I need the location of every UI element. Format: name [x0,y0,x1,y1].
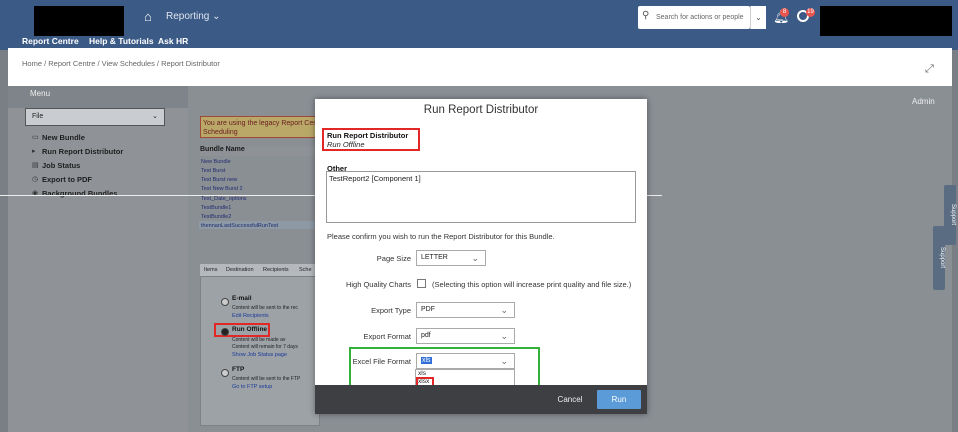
chevron-down-icon: ⌄ [471,253,479,263]
other-textarea[interactable]: TestReport2 [Component 1] [326,171,636,223]
notification-badge: 8 [780,8,789,17]
menu-item-export-pdf[interactable]: Export to PDF [42,175,92,184]
export-format-value: pdf [421,332,431,339]
option-email-title: E-mail [232,295,252,302]
export-type-value: PDF [421,306,435,313]
option-email-text: Content will be sent to the rec [232,305,298,311]
section-subtitle: Run Offline [327,140,365,149]
table-row[interactable]: Test New Burst 2 [201,186,243,192]
bundle-table-header: Bundle Name [200,146,315,156]
new-bundle-icon: ▭ [32,134,39,141]
menu-title: Menu [30,89,51,98]
table-row[interactable]: Test Burst new [201,177,237,183]
table-row[interactable]: Test_Date_options [201,196,247,202]
edit-recipients-link[interactable]: Edit Recipients [232,313,269,319]
high-quality-charts-label: High Quality Charts [345,280,411,289]
nav-report-centre[interactable]: Report Centre [22,36,79,46]
menu-item-job-status[interactable]: Job Status [42,161,80,170]
destination-options-panel [200,276,320,426]
home-icon[interactable]: ⌂ [144,10,158,24]
chevron-down-icon: ⌄ [212,11,221,22]
dropdown-option-xlsx[interactable]: xlsx [418,378,429,385]
radio-run-offline[interactable] [221,328,229,336]
excel-file-format-value: xls [421,357,432,364]
table-row[interactable]: TestBundle1 [201,205,231,211]
export-format-select[interactable]: pdf ⌄ [416,328,515,344]
option-ftp-text: Content will be sent to the FTP [232,376,301,382]
support-tab-secondary-label: Support [939,247,945,269]
export-format-label: Export Format [363,332,411,341]
page-size-label: Page Size [376,254,411,263]
option-run-offline-text2: Content will remain for 7 days [232,344,298,350]
search-dropdown[interactable]: ⌄ [750,6,766,29]
high-quality-charts-checkbox[interactable] [417,279,426,288]
high-quality-charts-note: (Selecting this option will increase pri… [432,280,632,289]
table-row[interactable]: Test Burst [201,168,225,174]
module-label: Reporting [166,11,210,22]
detail-tabs: Items Destination Recipients Sche [200,264,320,276]
section-title: Run Report Distributor [327,131,409,140]
dialog-title: Run Report Distributor [423,104,539,116]
export-type-select[interactable]: PDF ⌄ [416,302,515,318]
tab-recipients[interactable]: Recipients [263,267,289,273]
run-button[interactable]: Run [597,390,641,409]
ftp-setup-link[interactable]: Go to FTP setup [232,384,272,390]
excel-file-format-label: Excel File Format [352,357,411,366]
file-select[interactable]: File ⌄ [25,108,165,126]
breadcrumb[interactable]: Home / Report Centre / View Schedules / … [22,59,220,68]
search-icon: ⚲ [642,10,650,21]
radio-email[interactable] [221,298,229,306]
tab-schedule[interactable]: Sche [299,267,312,273]
page-size-select[interactable]: LETTER ⌄ [416,250,486,266]
nav-help-tutorials[interactable]: Help & Tutorials [89,36,154,46]
user-redacted [820,6,952,36]
file-select-value: File [32,113,44,120]
job-status-icon: ▤ [32,162,39,169]
chevron-down-icon: ⌄ [152,113,158,120]
tasks-badge: 19 [806,8,815,17]
search-input[interactable]: Search for actions or people [638,6,750,29]
table-row[interactable]: New Bundle [201,159,231,165]
nav-ask-hr[interactable]: Ask HR [158,36,188,46]
table-row[interactable]: TestBundle2 [201,214,231,220]
cancel-button[interactable]: Cancel [553,393,587,407]
table-row[interactable]: thennanLastSuccessfulRunTest [201,223,278,229]
menu-item-run-report-distributor[interactable]: Run Report Distributor [42,147,123,156]
excel-file-format-select[interactable]: xls ⌄ [416,353,515,369]
support-tab-label: Support [950,204,956,226]
module-switcher[interactable]: Reporting ⌄ [166,11,221,22]
confirm-text: Please confirm you wish to run the Repor… [327,232,555,241]
menu-item-new-bundle[interactable]: New Bundle [42,133,85,142]
option-run-offline-title: Run Offline [232,326,268,333]
option-ftp-title: FTP [232,366,245,373]
radio-ftp[interactable] [221,369,229,377]
chevron-down-icon: ⌄ [500,305,508,315]
menu-panel [8,108,188,432]
user-label: Admin [912,97,935,106]
menu-item-background-bundles[interactable]: Background Bundles [42,189,117,198]
legacy-notice: You are using the legacy Report Centre S… [200,116,330,138]
run-icon: ▸ [32,148,36,155]
tab-destination[interactable]: Destination [226,267,254,273]
option-run-offline-text1: Content will be made av [232,337,286,343]
support-tab-secondary[interactable]: Support [933,226,945,290]
export-type-label: Export Type [371,306,411,315]
page-size-value: LETTER [421,254,448,261]
dropdown-option-xls[interactable]: xls [418,370,426,377]
chevron-down-icon: ⌄ [500,331,508,341]
support-tab[interactable]: Support [944,185,956,245]
show-job-status-link[interactable]: Show Job Status page [232,352,287,358]
tab-items[interactable]: Items [204,267,217,273]
chevron-down-icon: ⌄ [500,356,508,366]
expand-icon[interactable]: ⤢ [925,62,939,76]
logo-redacted [34,6,124,36]
export-pdf-icon: ◷ [32,176,39,183]
